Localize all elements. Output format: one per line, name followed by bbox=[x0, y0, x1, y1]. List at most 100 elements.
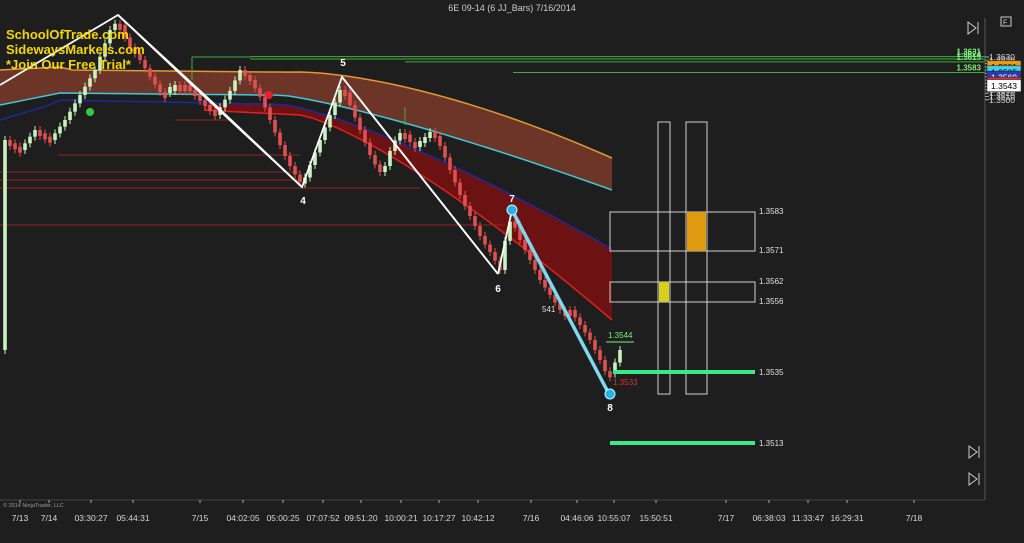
candle-body bbox=[468, 206, 472, 216]
x-tick-label: 05:00:25 bbox=[266, 513, 299, 523]
x-tick-label: 7/18 bbox=[906, 513, 923, 523]
x-tick-label: 7/16 bbox=[523, 513, 540, 523]
candle-body bbox=[358, 117, 362, 130]
box-label: 1.3562 bbox=[759, 277, 784, 286]
x-tick-label: 11:33:47 bbox=[792, 513, 825, 523]
candle-body bbox=[203, 100, 207, 106]
candle-body bbox=[368, 142, 372, 155]
candle-body bbox=[273, 120, 277, 133]
candle-body bbox=[608, 371, 612, 378]
candle-body bbox=[343, 90, 347, 96]
candle-body bbox=[228, 90, 232, 100]
candle-body bbox=[458, 182, 462, 195]
resistance-label: 1.3615 bbox=[957, 53, 982, 62]
zigzag-label: 6 bbox=[495, 284, 501, 295]
candle-body bbox=[18, 146, 22, 153]
candle-body bbox=[278, 132, 282, 145]
candle-body bbox=[3, 140, 7, 350]
yellow-fill bbox=[659, 282, 669, 302]
candle-body bbox=[478, 226, 482, 236]
x-tick-label: 7/14 bbox=[41, 513, 58, 523]
candle-body bbox=[63, 120, 67, 127]
price-chart[interactable]: 6E 09-14 (6 JJ_Bars) 7/16/2014 1.36311.3… bbox=[0, 0, 1024, 543]
candle-body bbox=[433, 132, 437, 138]
candle-body bbox=[173, 85, 177, 91]
candle-body bbox=[583, 325, 587, 333]
x-tick-label: 07:07:52 bbox=[306, 513, 339, 523]
candle-body bbox=[378, 164, 382, 172]
candle-body bbox=[223, 99, 227, 108]
candle-body bbox=[523, 240, 527, 250]
candle-body bbox=[148, 68, 152, 77]
candle-body bbox=[578, 317, 582, 325]
candle-body bbox=[448, 157, 452, 170]
candle-body bbox=[548, 287, 552, 295]
x-tick-label: 04:02:05 bbox=[226, 513, 259, 523]
price-badges: 1.36011.35851.35691.35501.3543 bbox=[986, 60, 1022, 92]
pivot-dot-7 bbox=[506, 204, 518, 216]
candle-body bbox=[248, 75, 252, 81]
candle-body bbox=[178, 85, 182, 91]
promo-line-2: SidewaysMarkets.com bbox=[6, 42, 145, 57]
candle-body bbox=[153, 76, 157, 85]
x-tick-label: 7/13 bbox=[12, 513, 29, 523]
copyright-text: © 2014 NinjaTrader, LLC bbox=[3, 502, 64, 509]
candle-body bbox=[328, 115, 332, 128]
annotation-low: 1.3533 bbox=[613, 378, 638, 387]
candle-body bbox=[338, 90, 342, 103]
candle-body bbox=[353, 105, 357, 118]
candle-body bbox=[453, 170, 457, 183]
candle-body bbox=[438, 136, 442, 146]
candle-body bbox=[473, 216, 477, 226]
candle-body bbox=[13, 143, 17, 150]
candle-body bbox=[388, 151, 392, 166]
candle-body bbox=[163, 92, 167, 98]
chart-title: 6E 09-14 (6 JJ_Bars) 7/16/2014 bbox=[448, 3, 576, 13]
x-tick-label: 16:29:31 bbox=[830, 513, 863, 523]
candle-body bbox=[373, 155, 377, 165]
candle-body bbox=[73, 103, 77, 112]
candle-body bbox=[403, 133, 407, 139]
candle-body bbox=[53, 133, 57, 140]
zigzag-label: 5 bbox=[340, 58, 346, 69]
candle-body bbox=[88, 78, 92, 87]
candle-body bbox=[593, 340, 597, 350]
x-tick-label: 7/17 bbox=[718, 513, 735, 523]
zigzag-label: 8 bbox=[607, 403, 613, 414]
promo-line-3: *Join Our Free Trial* bbox=[6, 57, 132, 72]
candle-body bbox=[588, 332, 592, 340]
signal-dot-red bbox=[265, 91, 273, 99]
candle-body bbox=[598, 350, 602, 360]
candle-body bbox=[208, 105, 212, 111]
box-label: 1.3556 bbox=[759, 297, 784, 306]
candle-body bbox=[463, 195, 467, 206]
box-label: 1.3583 bbox=[759, 207, 784, 216]
candle-body bbox=[428, 132, 432, 138]
candle-body bbox=[263, 96, 267, 108]
annotation-count: 541 bbox=[542, 305, 556, 314]
zigzag-label: 4 bbox=[300, 196, 306, 207]
candle-body bbox=[298, 174, 302, 182]
candle-body bbox=[288, 156, 292, 166]
candle-body bbox=[383, 166, 387, 172]
candle-body bbox=[418, 141, 422, 147]
candle-body bbox=[268, 107, 272, 120]
x-tick-label: 06:38:03 bbox=[752, 513, 785, 523]
candle-body bbox=[8, 140, 12, 146]
x-tick-label: 09:51:20 bbox=[344, 513, 377, 523]
promo-line-1: SchoolOfTrade.com bbox=[6, 27, 129, 42]
x-tick-label: 10:55:07 bbox=[597, 513, 630, 523]
candle-body bbox=[168, 87, 172, 93]
candle-body bbox=[143, 60, 147, 69]
x-tick-label: 04:46:06 bbox=[560, 513, 593, 523]
candle-body bbox=[23, 143, 27, 150]
candle-body bbox=[413, 142, 417, 148]
candle-body bbox=[183, 85, 187, 91]
candle-body bbox=[538, 270, 542, 280]
candle-body bbox=[408, 134, 412, 142]
candle-body bbox=[253, 80, 257, 89]
candle-body bbox=[398, 133, 402, 141]
candle-body bbox=[483, 236, 487, 245]
candle-body bbox=[78, 95, 82, 104]
candle-body bbox=[528, 250, 532, 260]
